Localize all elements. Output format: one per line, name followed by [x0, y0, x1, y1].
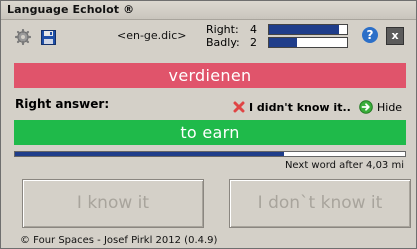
question-word: verdienen	[14, 63, 406, 88]
know-it-button[interactable]: I know it	[22, 179, 204, 228]
right-bar-fill	[269, 25, 340, 34]
timer-progress-bar	[14, 151, 406, 157]
score-stats: Right: 4 Badly: 2	[206, 21, 348, 49]
right-bar	[268, 24, 348, 35]
badly-bar	[268, 37, 348, 48]
timer-progress-fill	[15, 152, 285, 156]
help-icon[interactable]: ?	[362, 27, 378, 43]
copyright-footer: © Four Spaces - Josef Pirkl 2012 (0.4.9)	[20, 235, 218, 246]
green-arrow-icon	[359, 100, 373, 114]
red-x-icon	[233, 101, 245, 113]
hide-button[interactable]: Hide	[359, 100, 402, 114]
answer-word: to earn	[14, 120, 406, 145]
app-window: Language Echolot ® <en-ge.dic> Right: 4	[0, 0, 417, 249]
dictionary-file-label: <en-ge.dic>	[117, 29, 187, 42]
answer-heading: Right answer:	[15, 97, 110, 111]
badly-count: 2	[250, 36, 257, 49]
close-icon[interactable]: x	[386, 27, 404, 45]
badly-bar-fill	[269, 38, 298, 47]
right-count: 4	[250, 23, 257, 36]
gear-icon[interactable]	[14, 28, 32, 46]
right-label: Right:	[206, 23, 239, 36]
didnt-know-button[interactable]: I didn't know it..	[233, 100, 351, 114]
title-bar[interactable]: Language Echolot ®	[1, 1, 416, 20]
window-title: Language Echolot ®	[7, 3, 135, 16]
next-word-timer: Next word after 4,03 mi	[284, 160, 404, 171]
didnt-know-label: I didn't know it..	[249, 100, 351, 114]
hide-label: Hide	[377, 100, 403, 114]
badly-label: Badly:	[206, 36, 240, 49]
floppy-disk-icon[interactable]	[39, 28, 57, 46]
dont-know-it-button[interactable]: I don`t know it	[229, 179, 411, 228]
